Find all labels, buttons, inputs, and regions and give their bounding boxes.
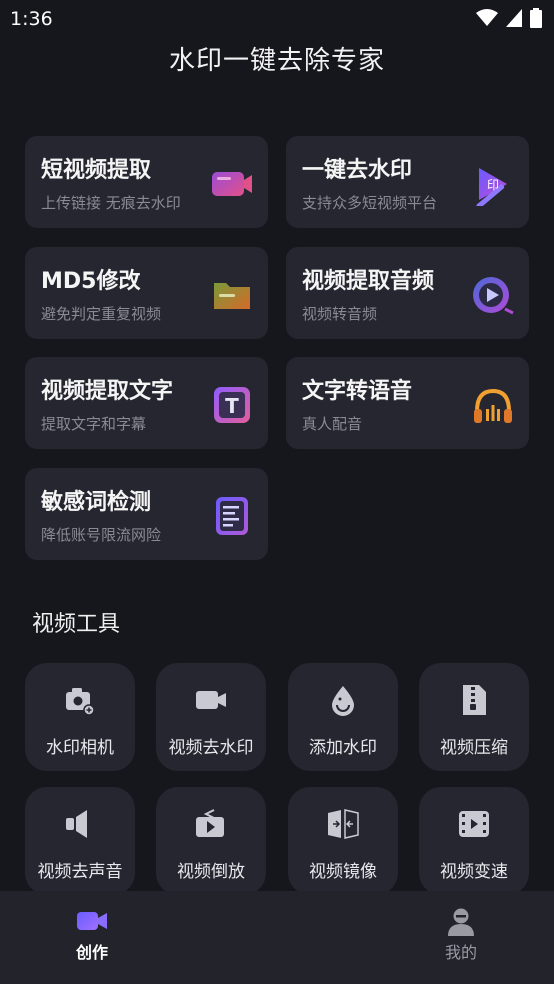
tool-label: 添加水印 [309, 738, 377, 758]
tool-label: 视频倒放 [177, 862, 245, 882]
feature-subtitle: 避免判定重复视频 [41, 305, 162, 323]
t-glyph: T [225, 394, 239, 418]
tool-video-reverse[interactable]: 视频倒放 [156, 787, 266, 895]
battery-icon [530, 8, 542, 28]
speaker-mute-icon [66, 810, 87, 838]
feature-title: 视频提取音频 [302, 269, 435, 294]
camera-icon [66, 688, 95, 716]
feature-subtitle: 降低账号限流网险 [41, 526, 162, 544]
nav-tab-mine[interactable]: 我的 [401, 891, 521, 984]
status-time: 1:36 [10, 8, 53, 30]
video-camera-icon [77, 912, 107, 930]
zip-file-icon [463, 685, 486, 715]
headphones-icon [474, 388, 512, 423]
nav-tab-create[interactable]: 创作 [32, 891, 152, 984]
text-t-icon: T [214, 387, 250, 423]
feature-title: 文字转语音 [302, 379, 413, 404]
feature-card-sensitive-word-check[interactable]: 敏感词检测 降低账号限流网险 [25, 468, 268, 560]
tool-video-mute[interactable]: 视频去声音 [25, 787, 135, 895]
watermark-glyph: 印 [487, 178, 499, 192]
app-title: 水印一键去除专家 [168, 46, 385, 76]
tool-label: 视频去声音 [37, 862, 123, 882]
tool-video-speed[interactable]: 视频变速 [419, 787, 529, 895]
feature-card-remove-watermark[interactable]: 一键去水印 支持众多短视频平台 印 [286, 136, 529, 228]
document-lines-icon [216, 497, 248, 535]
signal-icon [506, 9, 522, 27]
feature-title: 一键去水印 [302, 158, 413, 183]
feature-card-md5-modify[interactable]: MD5修改 避免判定重复视频 [25, 247, 268, 339]
tool-label: 水印相机 [46, 738, 114, 758]
user-icon [448, 908, 474, 936]
play-circle-icon [473, 277, 514, 315]
feature-title: 敏感词检测 [41, 490, 152, 515]
status-icons [476, 8, 542, 28]
mirror-icon [328, 809, 359, 839]
tool-label: 视频压缩 [440, 738, 508, 758]
feature-subtitle: 真人配音 [302, 415, 363, 433]
feature-title: 视频提取文字 [41, 379, 174, 404]
tool-video-compress[interactable]: 视频压缩 [419, 663, 529, 771]
feature-title: 短视频提取 [41, 158, 152, 183]
tool-add-watermark[interactable]: 添加水印 [288, 663, 398, 771]
feature-card-short-video-extract[interactable]: 短视频提取 上传链接 无痕去水印 [25, 136, 268, 228]
video-icon [196, 691, 226, 709]
reverse-play-icon [196, 809, 224, 837]
nav-label-create: 创作 [75, 943, 108, 962]
tool-video-remove-watermark[interactable]: 视频去水印 [156, 663, 266, 771]
feature-card-extract-text[interactable]: 视频提取文字 提取文字和字幕 T [25, 357, 268, 449]
status-bar: 1:36 [0, 0, 554, 38]
section-title-video-tools: 视频工具 [32, 612, 121, 637]
tool-label: 视频镜像 [309, 862, 377, 882]
water-drop-icon [332, 686, 354, 716]
wifi-icon [476, 9, 498, 26]
tool-watermark-camera[interactable]: 水印相机 [25, 663, 135, 771]
tool-video-mirror[interactable]: 视频镜像 [288, 787, 398, 895]
bottom-nav: 创作 我的 [0, 891, 554, 984]
feature-subtitle: 支持众多短视频平台 [302, 194, 438, 212]
feature-subtitle: 上传链接 无痕去水印 [41, 194, 181, 212]
watermark-eraser-icon: 印 [476, 168, 507, 206]
nav-label-mine: 我的 [444, 943, 477, 962]
tool-label: 视频去水印 [168, 738, 254, 758]
feature-card-text-to-speech[interactable]: 文字转语音 真人配音 [286, 357, 529, 449]
folder-icon [214, 283, 250, 309]
tool-label: 视频变速 [440, 862, 508, 882]
feature-subtitle: 提取文字和字幕 [41, 415, 147, 433]
feature-subtitle: 视频转音频 [302, 305, 378, 323]
feature-card-extract-audio[interactable]: 视频提取音频 视频转音频 [286, 247, 529, 339]
video-camera-icon [212, 172, 252, 196]
film-speed-icon [459, 811, 489, 837]
feature-title: MD5修改 [41, 269, 141, 294]
